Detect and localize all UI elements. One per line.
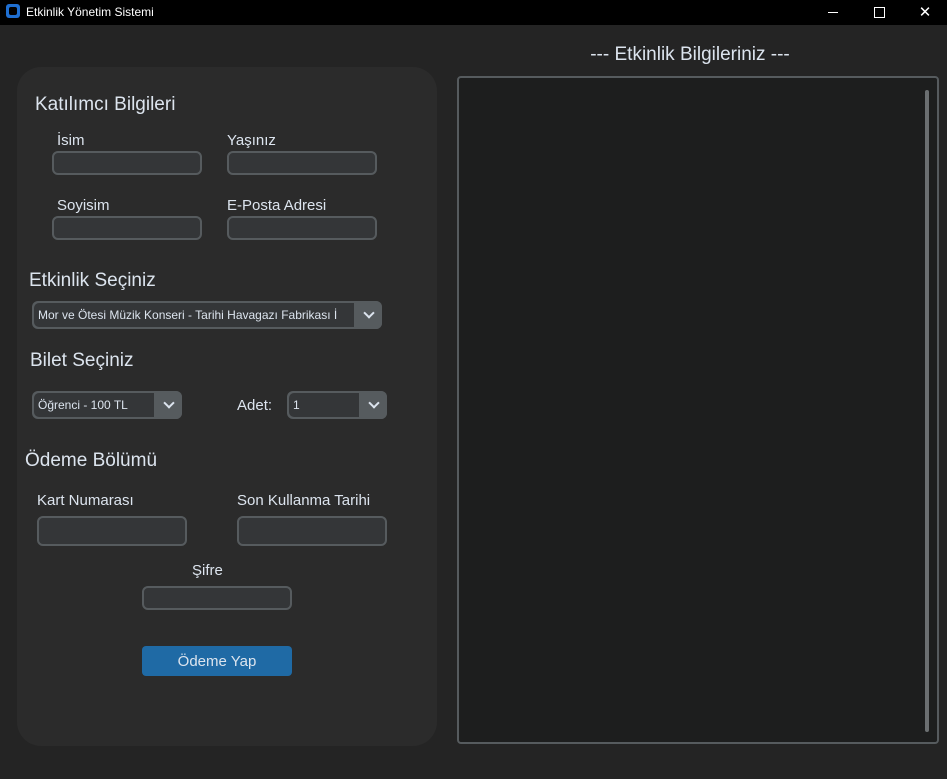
email-field[interactable] <box>227 216 377 240</box>
chevron-down-icon <box>163 397 175 409</box>
chevron-down-icon <box>368 397 380 409</box>
maximize-icon <box>873 7 885 18</box>
info-panel-title: --- Etkinlik Bilgileriniz --- <box>590 44 790 65</box>
first-name-field[interactable] <box>52 151 202 175</box>
password-field[interactable] <box>142 586 292 610</box>
card-number-label: Kart Numarası <box>37 492 134 509</box>
expiry-field[interactable] <box>237 516 387 546</box>
card-number-field[interactable] <box>37 516 187 546</box>
participant-section-title: Katılımcı Bilgileri <box>35 94 176 115</box>
info-textbox[interactable] <box>457 76 939 744</box>
info-scrollbar[interactable] <box>925 90 929 732</box>
minimize-icon <box>828 12 838 13</box>
close-icon: ✕ <box>918 4 932 21</box>
pay-button[interactable]: Ödeme Yap <box>142 646 292 676</box>
window-title: Etkinlik Yönetim Sistemi <box>26 5 154 19</box>
expiry-label: Son Kullanma Tarihi <box>237 492 371 509</box>
password-label: Şifre <box>192 562 223 579</box>
ticket-selected-value: Öğrenci - 100 TL <box>38 398 128 412</box>
ticket-section-title: Bilet Seçiniz <box>30 350 134 371</box>
quantity-label: Adet: <box>237 397 273 414</box>
minimize-button[interactable] <box>810 0 856 25</box>
payment-section-title: Ödeme Bölümü <box>25 450 158 471</box>
last-name-field[interactable] <box>52 216 202 240</box>
maximize-button[interactable] <box>856 0 902 25</box>
ticket-dropdown[interactable]: Öğrenci - 100 TL <box>32 391 182 419</box>
event-selected-value: Mor ve Ötesi Müzik Konseri - Tarihi Hava… <box>38 308 338 322</box>
age-field[interactable] <box>227 151 377 175</box>
event-dropdown[interactable]: Mor ve Ötesi Müzik Konseri - Tarihi Hava… <box>32 301 382 329</box>
quantity-selected-value: 1 <box>293 398 300 412</box>
quantity-dropdown[interactable]: 1 <box>287 391 387 419</box>
first-name-label: İsim <box>57 132 85 149</box>
event-dropdown-arrow[interactable] <box>356 301 382 329</box>
email-label: E-Posta Adresi <box>227 197 327 214</box>
chevron-down-icon <box>363 307 375 319</box>
event-section-title: Etkinlik Seçiniz <box>29 270 156 291</box>
quantity-dropdown-arrow[interactable] <box>361 391 387 419</box>
app-icon <box>6 4 20 18</box>
close-button[interactable]: ✕ <box>902 0 947 25</box>
ticket-dropdown-arrow[interactable] <box>156 391 182 419</box>
age-label: Yaşınız <box>227 132 276 149</box>
last-name-label: Soyisim <box>57 197 110 214</box>
title-bar: Etkinlik Yönetim Sistemi ✕ <box>0 0 947 25</box>
